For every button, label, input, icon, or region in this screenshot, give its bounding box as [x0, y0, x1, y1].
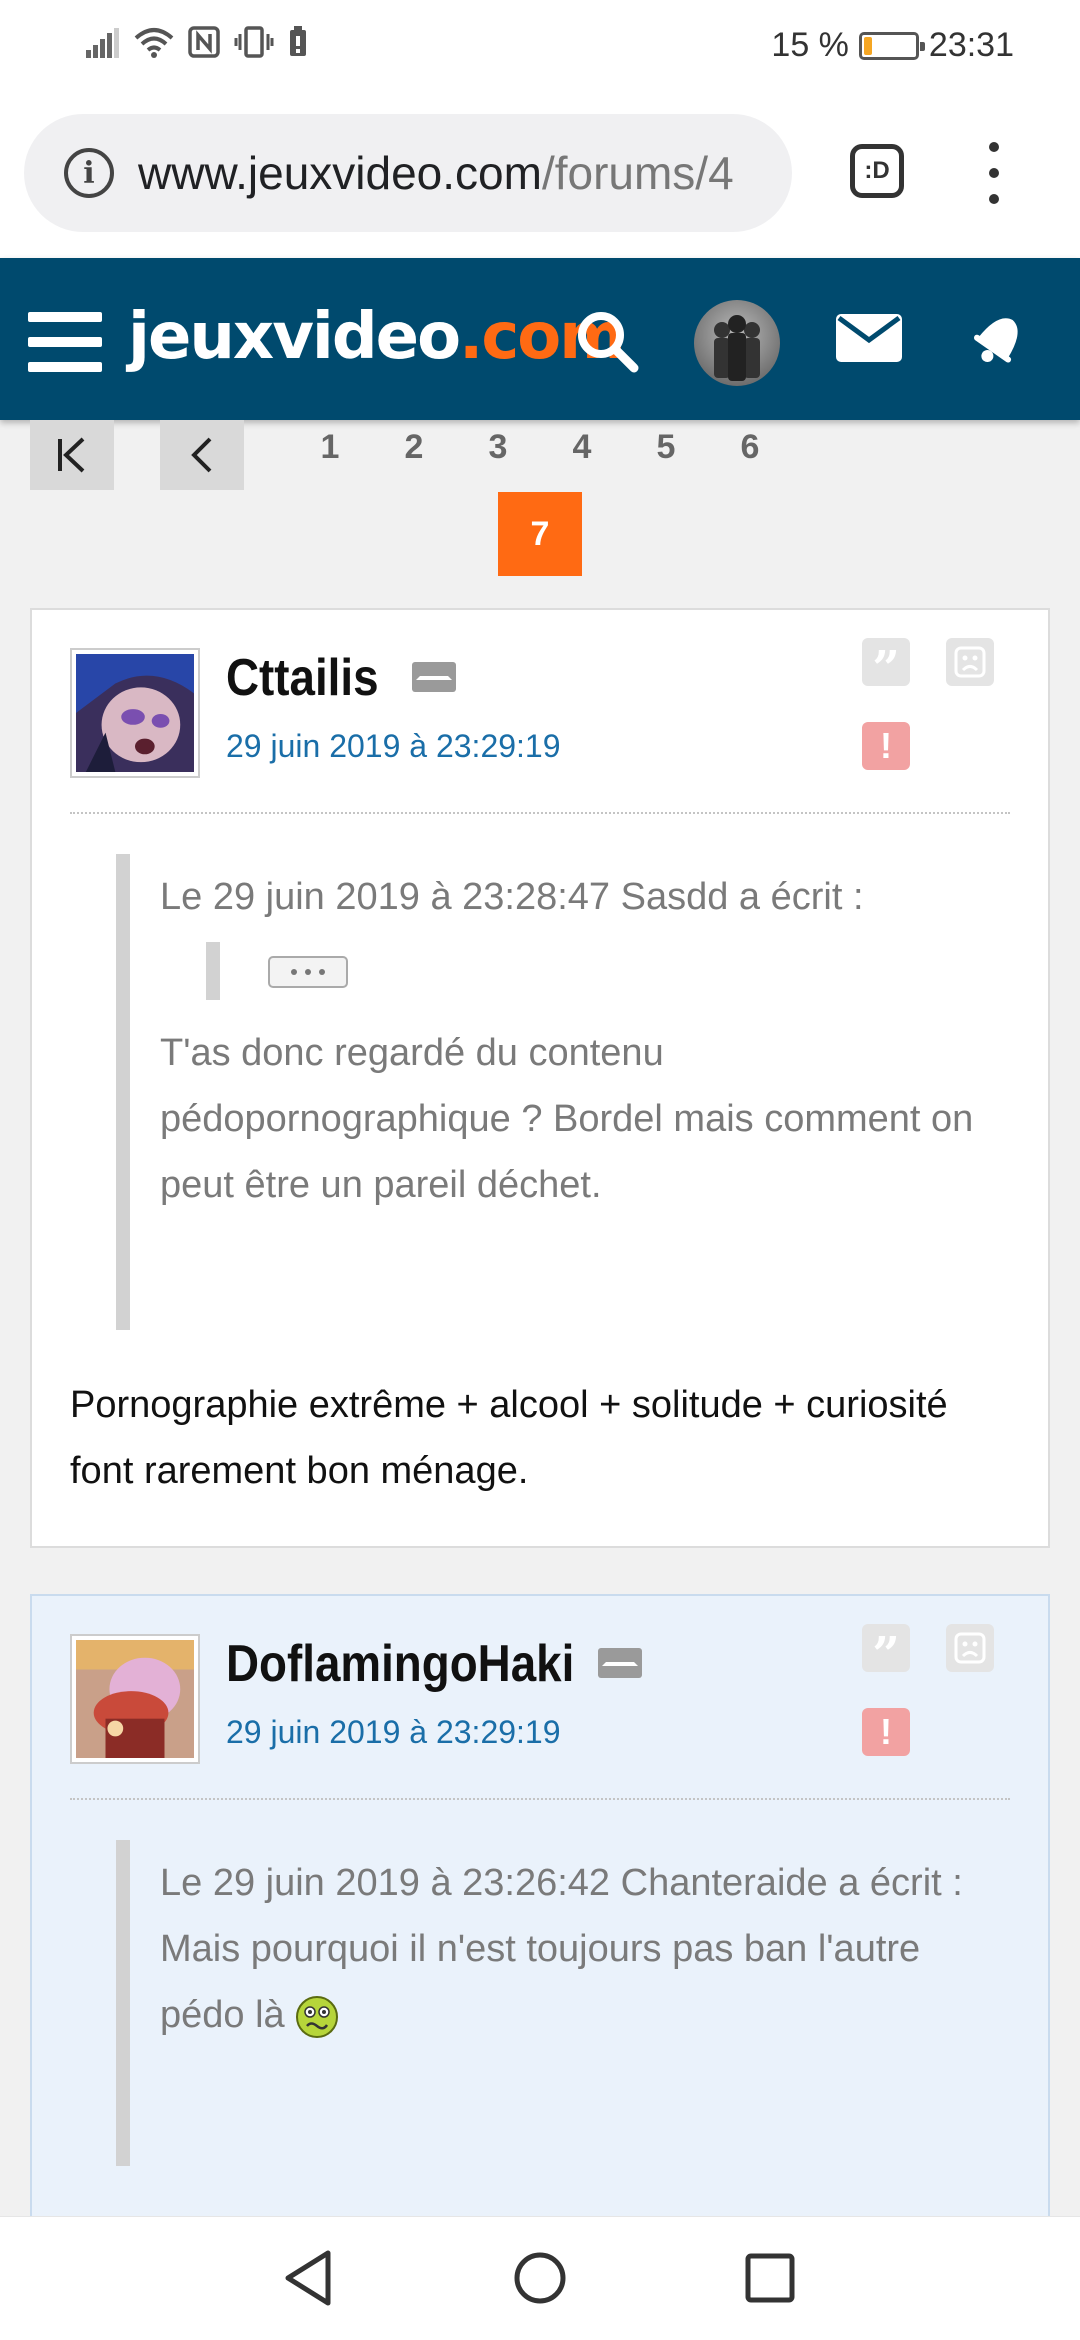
- expand-quote-button[interactable]: [268, 956, 348, 988]
- recent-apps-icon[interactable]: [744, 2249, 796, 2307]
- send-message-icon[interactable]: [412, 662, 456, 692]
- url-text[interactable]: www.jeuxvideo.com/forums/4: [138, 146, 734, 200]
- avatar-image: [76, 1640, 194, 1758]
- sad-face-icon[interactable]: [946, 638, 994, 686]
- page-link[interactable]: 1: [310, 428, 350, 467]
- author-avatar[interactable]: [70, 648, 200, 778]
- tab-switcher-button[interactable]: :D: [850, 144, 904, 198]
- author-name[interactable]: Cttailis: [226, 648, 379, 708]
- first-page-button[interactable]: [30, 420, 114, 490]
- notifications-bell-icon[interactable]: [970, 306, 1030, 370]
- post-date[interactable]: 29 juin 2019 à 23:29:19: [226, 728, 561, 765]
- report-icon[interactable]: !: [862, 722, 910, 770]
- clock: 23:31: [928, 26, 1014, 64]
- quote-header: Le 29 juin 2019 à 23:28:47 Sasdd a écrit…: [160, 876, 864, 918]
- author-avatar[interactable]: [70, 1634, 200, 1764]
- address-bar[interactable]: i www.jeuxvideo.com/forums/4: [24, 114, 792, 232]
- forum-post: Cttailis 29 juin 2019 à 23:29:19 ” ! Le …: [30, 608, 1050, 1548]
- user-avatar-button[interactable]: [694, 300, 780, 386]
- page-link[interactable]: 6: [730, 428, 770, 467]
- logo-main: jeuxvideo: [128, 300, 461, 374]
- sick-smiley-icon: [296, 1995, 339, 2038]
- previous-page-button[interactable]: [160, 420, 244, 490]
- browser-toolbar: i www.jeuxvideo.com/forums/4 :D: [0, 92, 1080, 258]
- back-icon[interactable]: [282, 2249, 334, 2307]
- report-icon[interactable]: !: [862, 1708, 910, 1756]
- nfc-icon: [188, 26, 220, 58]
- quote-text: Mais pourquoi il n'est toujours pas ban …: [160, 1916, 996, 2048]
- quote-block: Le 29 juin 2019 à 23:26:42 Chanteraide a…: [116, 1840, 996, 2166]
- search-icon[interactable]: [574, 308, 640, 374]
- quote-block: Le 29 juin 2019 à 23:28:47 Sasdd a écrit…: [116, 854, 996, 1330]
- post-date[interactable]: 29 juin 2019 à 23:29:19: [226, 1714, 561, 1751]
- send-message-icon[interactable]: [598, 1648, 642, 1678]
- page-link[interactable]: 3: [478, 428, 518, 467]
- avatar-silhouettes-icon: [714, 315, 760, 381]
- current-page: 7: [498, 492, 582, 576]
- battery-level: [863, 36, 872, 55]
- quote-icon[interactable]: ”: [862, 1624, 910, 1679]
- first-page-icon: [58, 437, 85, 473]
- quote-text-content: Mais pourquoi il n'est toujours pas ban …: [160, 1928, 921, 2036]
- site-header: jeuxvideo.com: [0, 258, 1080, 420]
- page-link[interactable]: 2: [394, 428, 434, 467]
- site-info-icon[interactable]: i: [64, 148, 114, 198]
- url-path: /forums/4: [541, 147, 734, 199]
- hamburger-menu-icon[interactable]: [28, 312, 102, 372]
- vibrate-icon: [234, 26, 274, 58]
- site-logo[interactable]: jeuxvideo.com: [128, 300, 626, 374]
- post-separator: [70, 1798, 1010, 1800]
- nested-quote: [160, 930, 996, 1020]
- status-bar: 15 % 23:31: [0, 0, 1080, 92]
- url-host: www.jeuxvideo.com: [138, 147, 542, 199]
- avatar-image: [76, 654, 194, 772]
- quote-text: T'as donc regardé du contenu pédopornogr…: [160, 1032, 974, 1206]
- battery-percentage: 15 %: [771, 26, 849, 64]
- post-separator: [70, 812, 1010, 814]
- system-navigation-bar: [0, 2216, 1080, 2340]
- home-icon[interactable]: [512, 2249, 568, 2307]
- wifi-icon: [134, 28, 174, 58]
- page-link[interactable]: 4: [562, 428, 602, 467]
- quote-header: Le 29 juin 2019 à 23:26:42 Chanteraide a…: [160, 1862, 963, 1904]
- author-name[interactable]: DoflamingoHaki: [226, 1634, 574, 1694]
- messages-icon[interactable]: [836, 314, 902, 362]
- post-body: Pornographie extrême + alcool + solitude…: [70, 1384, 948, 1492]
- browser-menu-icon[interactable]: [984, 142, 1004, 204]
- sad-face-icon[interactable]: [946, 1624, 994, 1672]
- quote-icon[interactable]: ”: [862, 638, 910, 693]
- forum-post: DoflamingoHaki 29 juin 2019 à 23:29:19 ”…: [30, 1594, 1050, 2234]
- status-icons: [86, 26, 308, 58]
- battery-saver-icon: [290, 26, 306, 56]
- pagination: 1 2 3 4 5 6 7: [0, 420, 1080, 600]
- battery-icon: [858, 31, 925, 60]
- chevron-left-icon: [191, 437, 212, 473]
- signal-icon: [86, 28, 119, 58]
- page-link[interactable]: 5: [646, 428, 686, 467]
